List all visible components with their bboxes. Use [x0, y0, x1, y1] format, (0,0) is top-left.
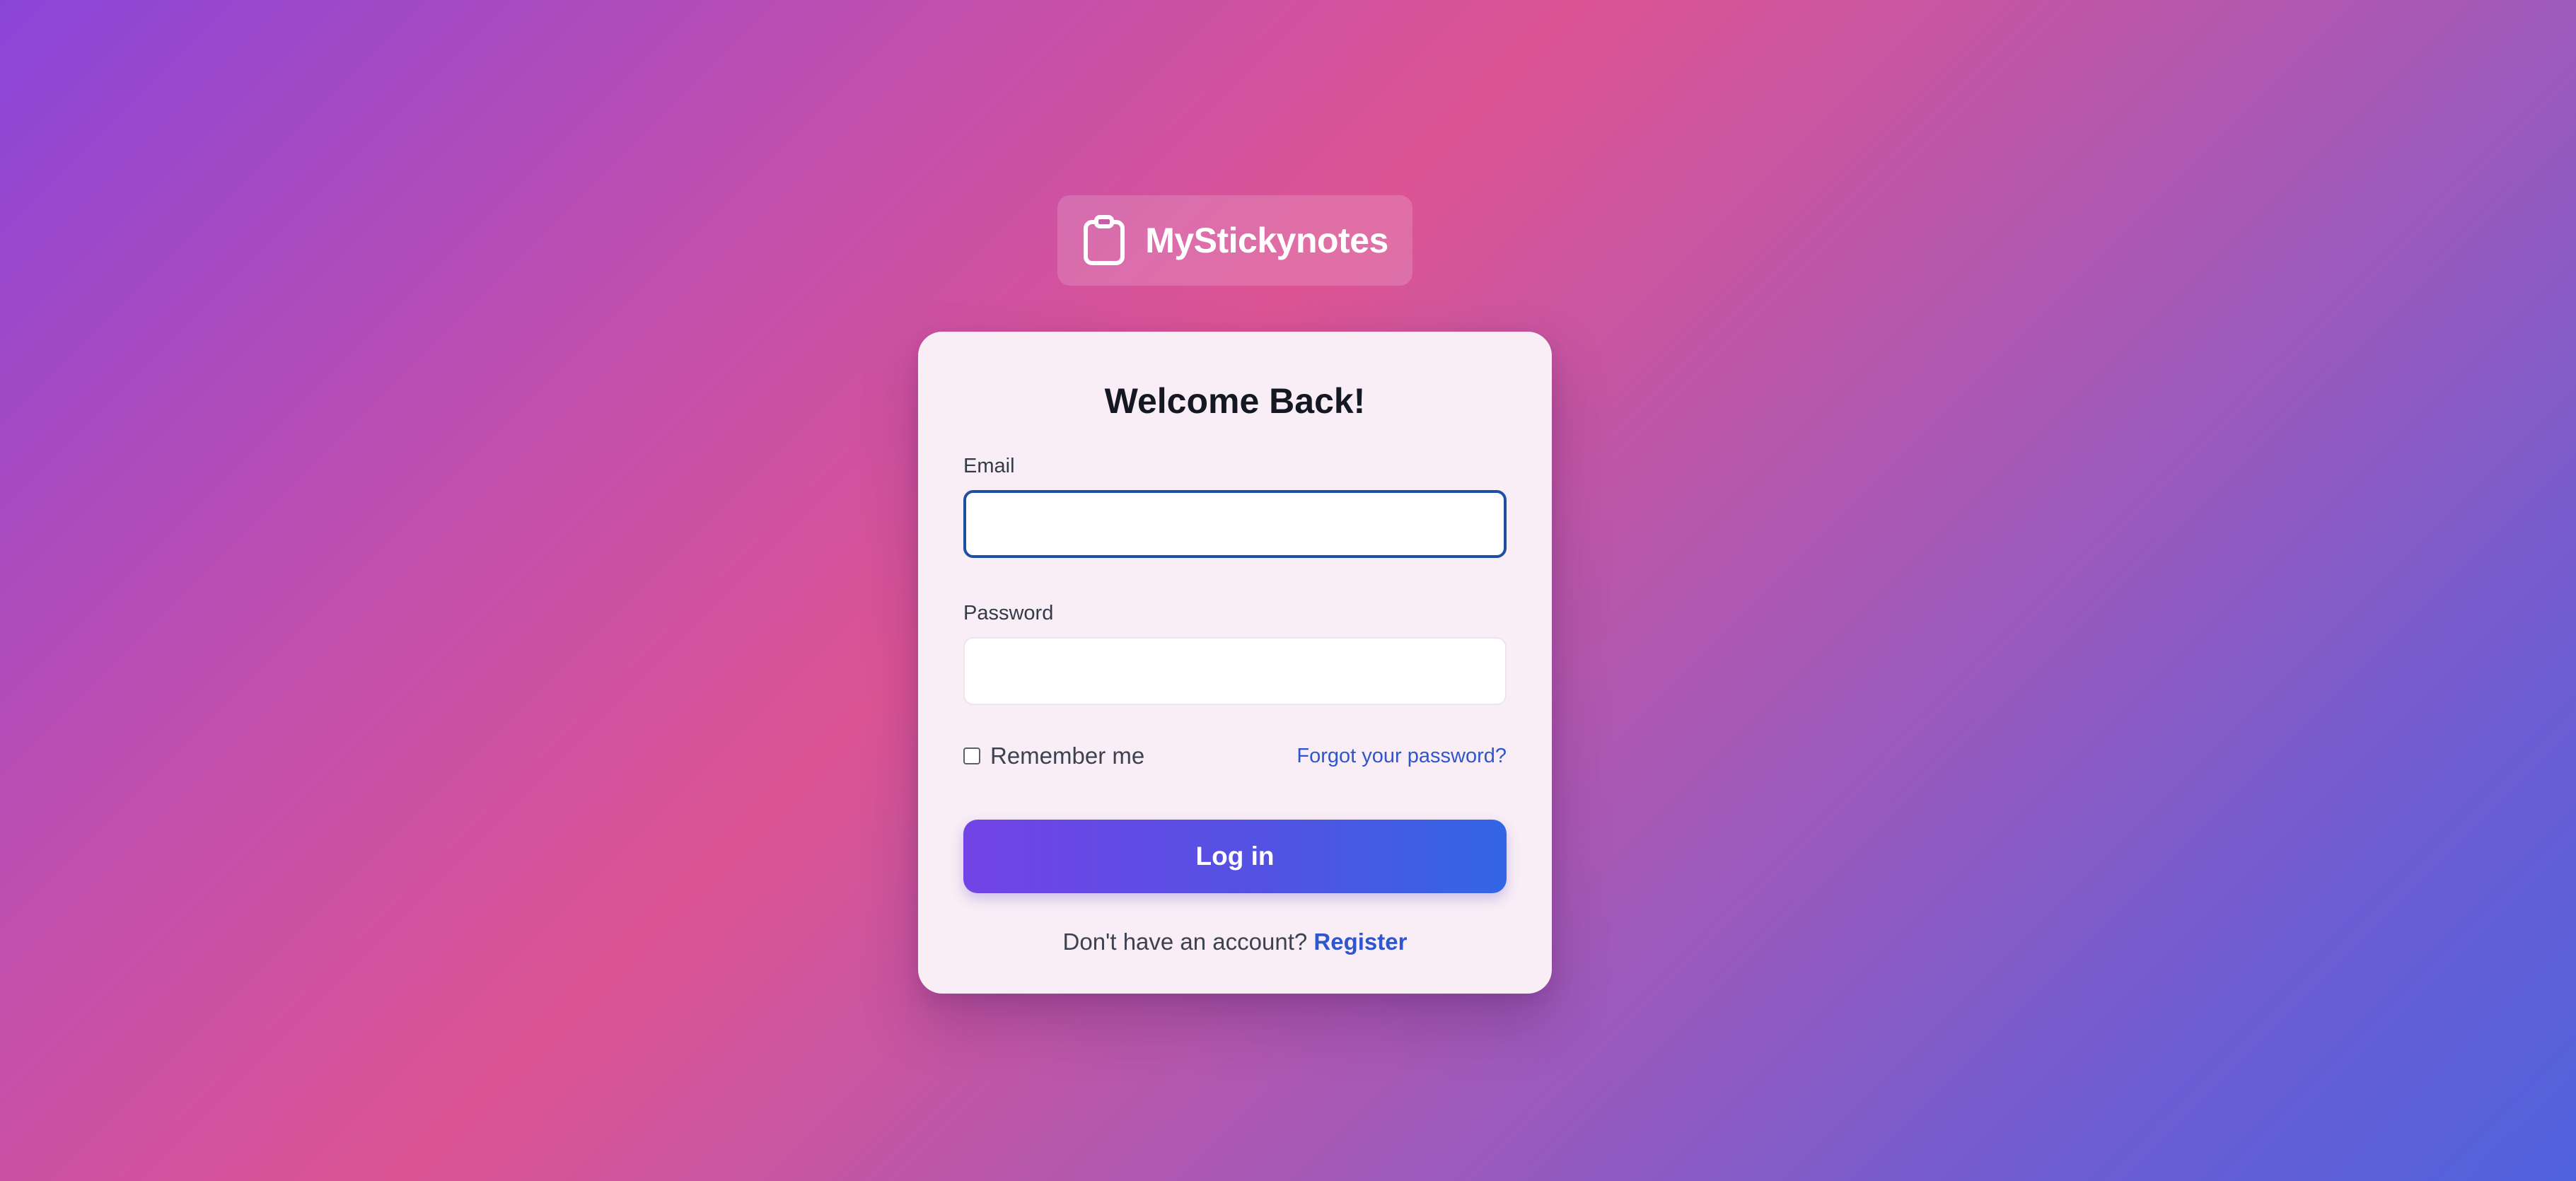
remember-me-checkbox[interactable] [963, 747, 980, 764]
brand-name: MyStickynotes [1145, 221, 1388, 260]
email-label: Email [963, 455, 1015, 477]
password-label: Password [963, 602, 1054, 624]
clipboard-icon [1084, 215, 1125, 265]
remember-me-label[interactable]: Remember me [990, 743, 1144, 769]
remember-me[interactable]: Remember me [963, 743, 1144, 769]
password-input[interactable] [963, 637, 1507, 705]
page-title: Welcome Back! [1104, 381, 1366, 421]
login-button[interactable]: Log in [963, 820, 1507, 893]
no-account-text: Don't have an account? [1062, 929, 1308, 955]
register-prompt: Don't have an account? Register [963, 929, 1507, 955]
email-input[interactable] [963, 490, 1507, 558]
login-card: Welcome Back! Email Password Remember me… [918, 332, 1552, 994]
forgot-password-link[interactable]: Forgot your password? [1296, 745, 1507, 768]
options-row: Remember me Forgot your password? [963, 740, 1507, 772]
brand-badge: MyStickynotes [1057, 195, 1412, 286]
register-link[interactable]: Register [1313, 929, 1407, 955]
